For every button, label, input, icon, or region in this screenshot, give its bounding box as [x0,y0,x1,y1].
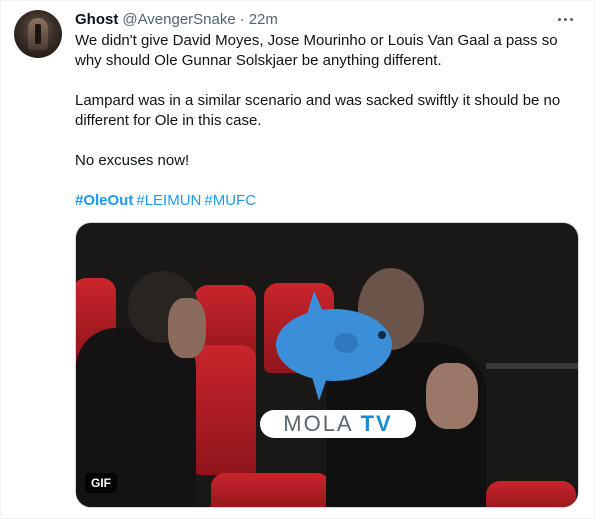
more-horizontal-icon [557,17,561,21]
stadium-seat [486,481,576,507]
hashtag-link-mufc[interactable]: #MUFC [204,192,256,209]
hashtag-link-oleout[interactable]: #OleOut [75,192,133,209]
gif-media[interactable]: MOLA TV GIF [75,222,579,508]
more-options-button[interactable] [553,9,577,29]
tweet-paragraph: No excuses now! [75,151,575,171]
background-rail [486,363,578,369]
hashtags: #OleOut #LEIMUN #MUFC [75,191,575,211]
separator-dot: · [239,10,245,28]
watermark-text: MOLA [283,411,354,436]
helmet-visor [35,24,41,44]
tweet-line: different for Ole in this case. [75,112,262,129]
hashtag-link-leimun[interactable]: #LEIMUN [136,192,201,209]
tweet-line: Lampard was in a similar scenario and wa… [75,92,561,109]
tweet-paragraph: Lampard was in a similar scenario and wa… [75,91,575,131]
tweet-paragraph: We didn't give David Moyes, Jose Mourinh… [75,31,575,71]
mola-fish-icon [276,291,392,401]
tweet-header: Ghost @AvengerSnake · 22m [75,9,278,29]
stadium-seat [211,473,331,507]
author-name[interactable]: Ghost [75,11,118,28]
mola-tv-watermark: MOLA TV [260,410,416,438]
gif-badge: GIF [85,473,117,493]
watermark-tv-text: TV [360,411,393,436]
tweet-line: No excuses now! [75,152,190,169]
author-handle[interactable]: @AvengerSnake [122,11,235,28]
tweet-timestamp[interactable]: 22m [249,11,278,28]
more-horizontal-icon-dot [563,17,567,21]
person-right-hands [426,363,478,429]
tweet-text: We didn't give David Moyes, Jose Mourinh… [75,31,575,211]
person-left-hand [168,298,206,358]
tweet-line: why should Ole Gunnar Solskjaer be anyth… [75,52,442,69]
more-horizontal-icon-dot [569,17,573,21]
avatar[interactable] [14,10,62,58]
tweet[interactable]: Ghost @AvengerSnake · 22m We didn't give… [0,0,595,519]
tweet-line: We didn't give David Moyes, Jose Mourinh… [75,32,558,49]
stadium-seat [194,345,256,475]
